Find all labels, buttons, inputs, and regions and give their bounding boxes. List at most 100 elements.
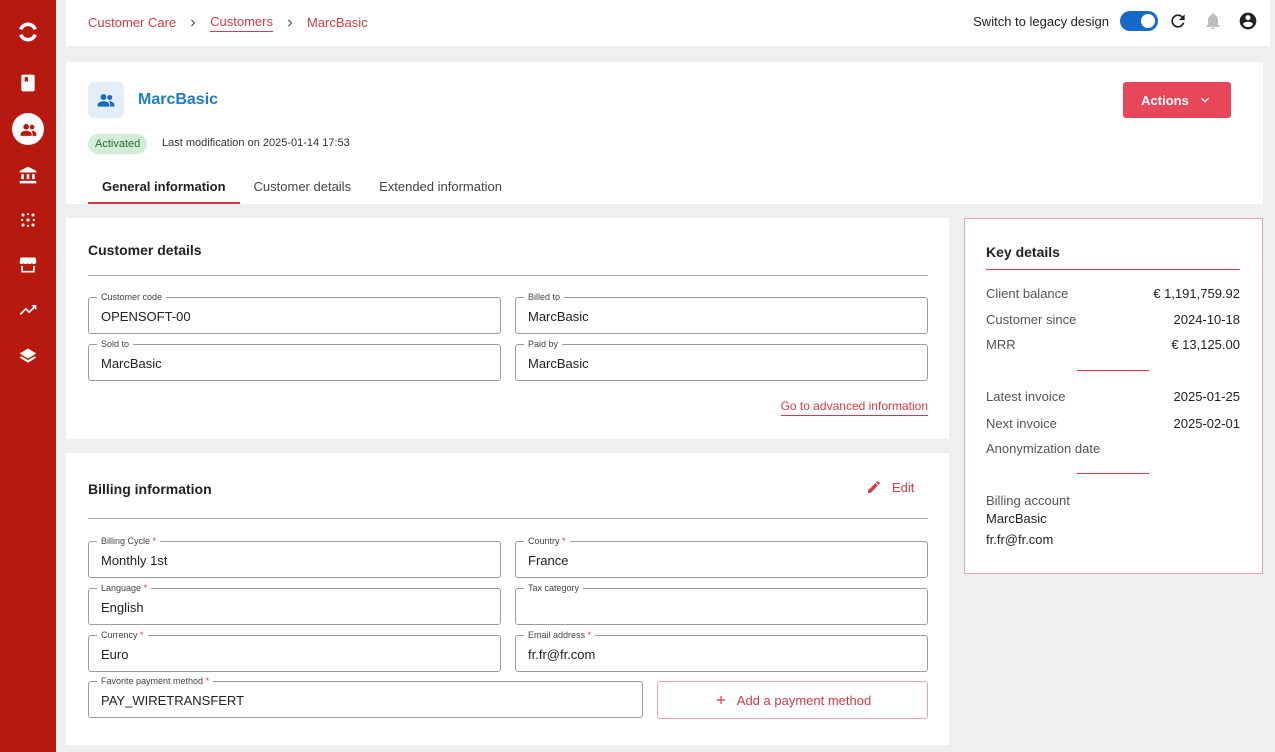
breadcrumb-current: MarcBasic	[307, 15, 368, 30]
add-payment-method-button[interactable]: Add a payment method	[657, 681, 928, 719]
key-detail-row: Latest invoice 2025-01-25	[986, 389, 1240, 404]
field-label: Currency *	[97, 629, 148, 641]
section-divider	[1077, 473, 1149, 474]
key-detail-label: Customer since	[986, 312, 1077, 327]
account-circle-icon[interactable]	[1238, 11, 1258, 31]
breadcrumb-customers[interactable]: Customers	[210, 14, 273, 32]
sidebar	[0, 0, 56, 752]
customer-header: MarcBasic Actions Activated Last modific…	[66, 62, 1263, 204]
field-label: Billing Cycle *	[97, 535, 161, 547]
key-details-title: Key details	[986, 244, 1060, 260]
field-value: MarcBasic	[528, 356, 589, 371]
key-detail-value: 2024-10-18	[1173, 312, 1241, 327]
customers-icon[interactable]	[0, 111, 56, 147]
customer-group-icon	[88, 82, 124, 118]
tax-category-field[interactable]: Tax category	[515, 582, 928, 625]
customer-details-title: Customer details	[88, 242, 202, 258]
billing-information-title: Billing information	[88, 481, 212, 497]
key-detail-row: Anonymization date	[986, 441, 1240, 456]
last-modification: Last modification on 2025-01-14 17:53	[162, 137, 350, 149]
billing-account-label: Billing account	[986, 493, 1070, 508]
edit-billing-button[interactable]: Edit	[866, 479, 914, 495]
tab-customer-details[interactable]: Customer details	[240, 169, 366, 204]
key-detail-label: Client balance	[986, 286, 1069, 301]
dots-grid-icon[interactable]	[0, 202, 56, 238]
billing-account-name: MarcBasic	[986, 511, 1047, 526]
status-badge: Activated	[88, 134, 148, 154]
key-detail-row: Customer since 2024-10-18	[986, 312, 1240, 327]
divider	[88, 518, 928, 519]
key-detail-label: Latest invoice	[986, 389, 1066, 404]
billing-information-card: Billing information Edit Billing Cycle *…	[66, 453, 949, 745]
legacy-design-label: Switch to legacy design	[973, 13, 1109, 29]
field-value: English	[101, 600, 144, 615]
chevron-right-icon	[176, 16, 210, 30]
trending-up-icon[interactable]	[0, 292, 56, 328]
divider	[986, 269, 1240, 270]
actions-button[interactable]: Actions	[1123, 82, 1231, 118]
book-icon[interactable]	[0, 65, 56, 101]
key-details-card: Key details Client balance € 1,191,759.9…	[964, 218, 1263, 574]
field-value: PAY_WIRETRANSFERT	[101, 693, 245, 708]
field-label: Billed to	[524, 291, 565, 303]
field-label: Favorite payment method *	[97, 675, 214, 687]
divider	[88, 275, 928, 276]
customer-code-field[interactable]: Customer code OPENSOFT-00	[88, 291, 501, 334]
chevron-right-icon	[273, 16, 307, 30]
field-label: Sold to	[97, 338, 134, 350]
field-value: Euro	[101, 647, 129, 662]
actions-button-label: Actions	[1141, 92, 1189, 108]
customer-details-card: Customer details Customer code OPENSOFT-…	[66, 218, 949, 439]
currency-field[interactable]: Currency * Euro	[88, 629, 501, 672]
field-label: Language *	[97, 582, 152, 594]
plus-icon	[716, 695, 725, 705]
chevron-down-icon	[1200, 97, 1209, 103]
notifications-bell-icon[interactable]	[1203, 11, 1223, 31]
key-detail-label: Anonymization date	[986, 441, 1101, 456]
field-label: Paid by	[524, 338, 563, 350]
billing-account-email: fr.fr@fr.com	[986, 532, 1054, 547]
tab-extended-information[interactable]: Extended information	[365, 169, 516, 204]
field-label: Tax category	[524, 582, 584, 594]
advanced-information-link[interactable]: Go to advanced information	[780, 399, 928, 416]
tab-general-information[interactable]: General information	[88, 169, 240, 204]
toggle-knob	[1141, 14, 1155, 28]
field-label: Country *	[524, 535, 570, 547]
field-value: MarcBasic	[101, 356, 162, 371]
bank-icon[interactable]	[0, 157, 56, 193]
edit-label: Edit	[892, 479, 915, 495]
language-field[interactable]: Language * English	[88, 582, 501, 625]
field-value: Monthly 1st	[101, 553, 168, 568]
breadcrumb-customer-care[interactable]: Customer Care	[88, 15, 176, 30]
field-label: Email address *	[524, 629, 596, 641]
key-detail-value: € 13,125.00	[1171, 337, 1240, 352]
key-detail-value: 2025-02-01	[1173, 416, 1241, 431]
key-detail-row: Client balance € 1,191,759.92	[986, 286, 1240, 301]
key-detail-value: € 1,191,759.92	[1153, 286, 1240, 301]
sold-to-field[interactable]: Sold to MarcBasic	[88, 338, 501, 381]
key-detail-row: MRR € 13,125.00	[986, 337, 1240, 352]
field-value: fr.fr@fr.com	[528, 647, 596, 662]
billing-cycle-field[interactable]: Billing Cycle * Monthly 1st	[88, 535, 501, 578]
store-icon[interactable]	[0, 247, 56, 283]
country-field[interactable]: Country * France	[515, 535, 928, 578]
tab-bar: General information Customer details Ext…	[88, 169, 516, 204]
section-divider	[1077, 370, 1149, 371]
field-value: OPENSOFT-00	[101, 309, 191, 324]
customer-name: MarcBasic	[138, 91, 219, 108]
payment-method-field[interactable]: Favorite payment method * PAY_WIRETRANSF…	[88, 675, 643, 718]
refresh-icon[interactable]	[1168, 11, 1188, 31]
paid-by-field[interactable]: Paid by MarcBasic	[515, 338, 928, 381]
key-detail-row: Next invoice 2025-02-01	[986, 416, 1240, 431]
pencil-icon	[868, 480, 880, 493]
topbar-controls: Switch to legacy design	[973, 10, 1258, 32]
app-logo-icon[interactable]	[0, 14, 56, 50]
key-detail-label: MRR	[986, 337, 1016, 352]
legacy-design-toggle[interactable]	[1120, 11, 1158, 31]
field-label: Customer code	[97, 291, 167, 303]
email-address-field[interactable]: Email address * fr.fr@fr.com	[515, 629, 928, 672]
layers-icon[interactable]	[0, 338, 56, 374]
add-payment-method-label: Add a payment method	[736, 692, 872, 708]
billed-to-field[interactable]: Billed to MarcBasic	[515, 291, 928, 334]
breadcrumb: Customer Care Customers MarcBasic	[88, 13, 368, 32]
